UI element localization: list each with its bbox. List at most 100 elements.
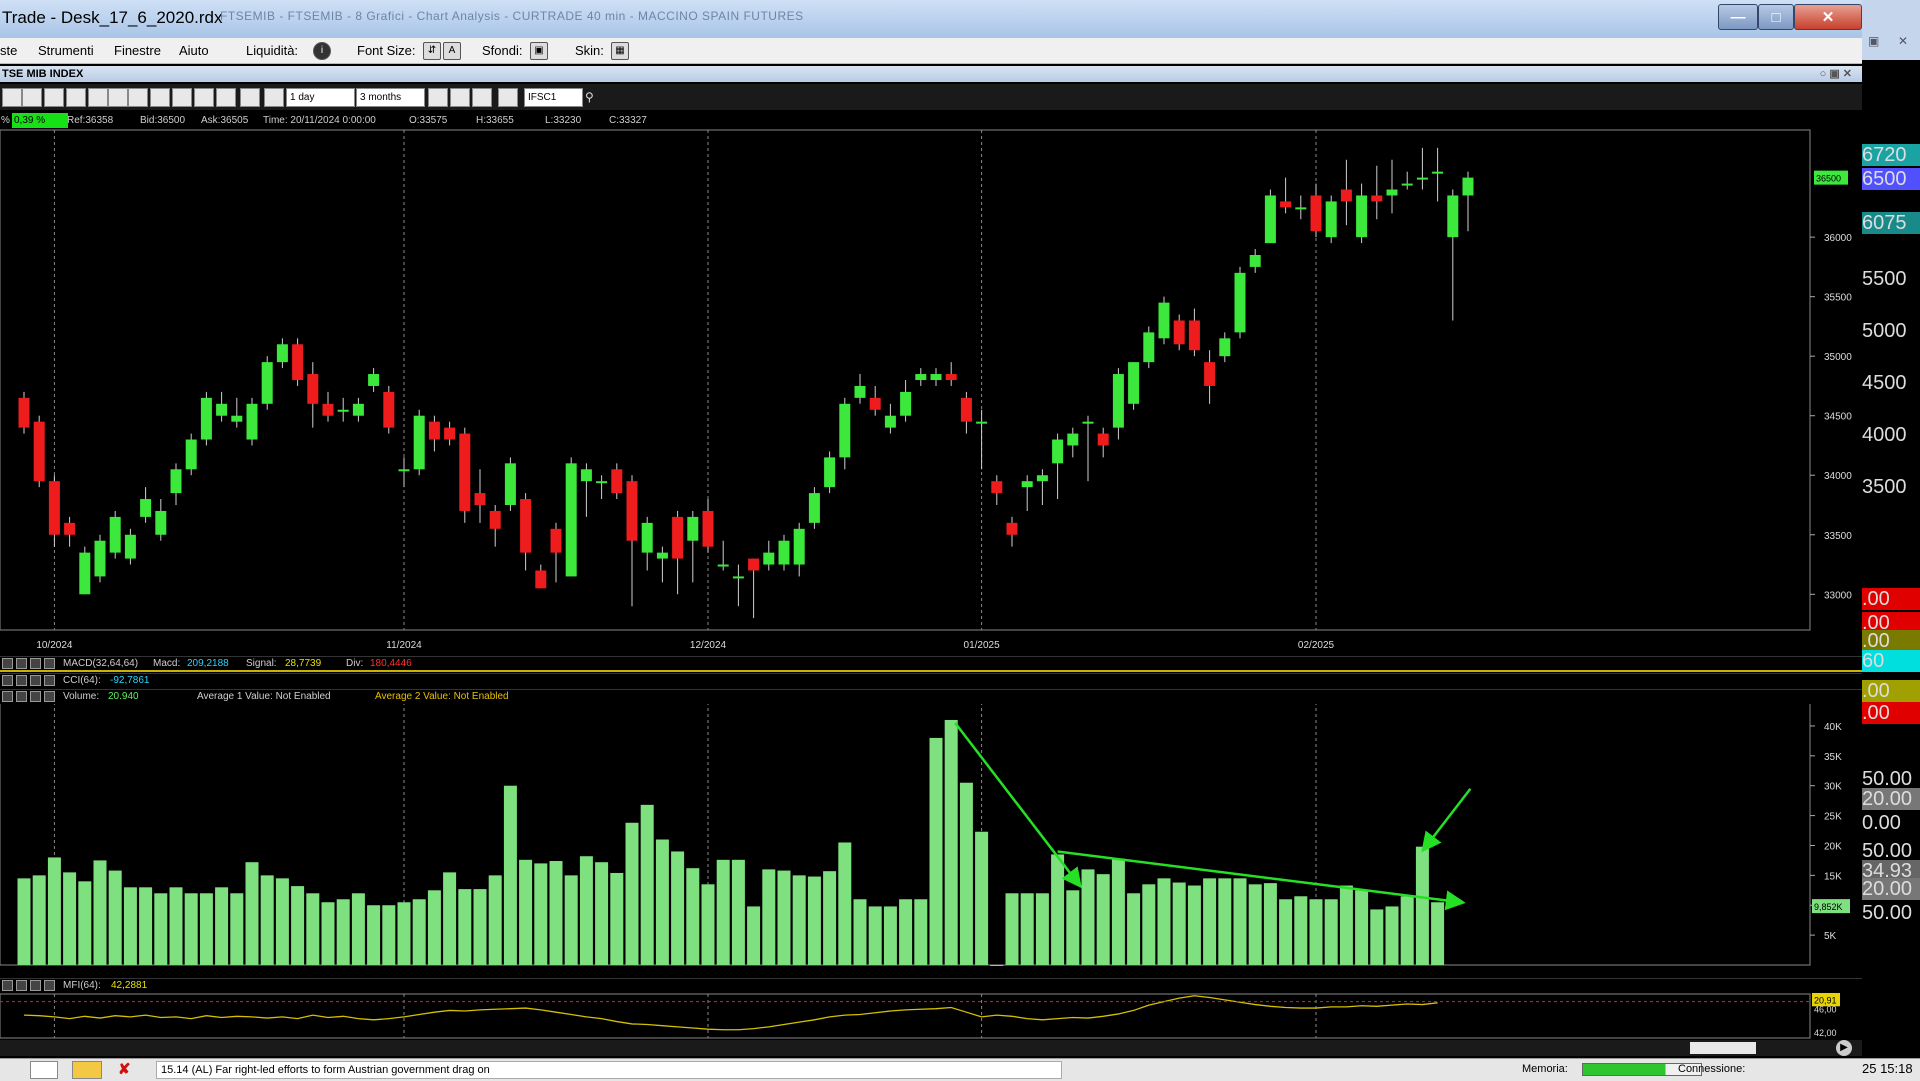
cci-header: CCI(64): -92,7861 <box>0 673 1862 688</box>
candle-body <box>1219 338 1231 357</box>
scroll-thumb[interactable] <box>1690 1042 1756 1054</box>
volume-bar <box>655 839 669 965</box>
panel-min-icon[interactable] <box>16 691 27 702</box>
volume-bar <box>579 856 593 965</box>
candle-body <box>991 481 1003 494</box>
volume-bar <box>747 906 761 965</box>
panel-max-icon[interactable] <box>30 691 41 702</box>
volume-bar <box>1279 899 1293 965</box>
mfi-tick-label: 46,00 <box>1814 1005 1837 1015</box>
candle-body <box>1052 439 1064 464</box>
panel-close-icon[interactable] <box>2 980 13 991</box>
macd-line <box>0 670 1862 672</box>
volume-axis: 5K10K15K20K25K30K35K40K9,852K <box>1810 722 1850 942</box>
volume-bar <box>823 871 837 965</box>
panel-close-icon[interactable] <box>2 658 13 669</box>
candle-body <box>1112 374 1124 428</box>
side-value: .00 <box>1862 588 1920 610</box>
volume-bar <box>929 737 943 965</box>
news-ticker[interactable]: 15.14 (AL) Far right-led efforts to form… <box>156 1061 1062 1079</box>
candle-body <box>1371 195 1383 202</box>
mfi-tick-label: 42,00 <box>1814 1028 1837 1038</box>
chart-canvas[interactable]: 33000 33500 34000 34500 35000 35500 36000 36500… <box>0 0 1862 1040</box>
disconnect-icon[interactable]: ✘ <box>118 1060 131 1078</box>
price-tick-label: 36000 <box>1824 233 1852 244</box>
panel-max-icon[interactable] <box>30 658 41 669</box>
panel-settings-icon[interactable] <box>44 980 55 991</box>
panel-close-icon[interactable] <box>2 675 13 686</box>
mfi-value: 42,2881 <box>111 980 148 991</box>
volume-bar <box>686 868 700 965</box>
volume-bar <box>215 887 229 965</box>
candle-body <box>1249 255 1261 267</box>
candle-body <box>1340 189 1352 202</box>
price-grid <box>53 130 1317 630</box>
candle-body <box>596 481 608 484</box>
candle-body <box>140 499 152 517</box>
side-value: 3500 <box>1862 476 1907 498</box>
price-axis: 33000 33500 34000 34500 35000 35500 36000 36500 <box>1810 170 1852 601</box>
panel-settings-icon[interactable] <box>44 658 55 669</box>
cci-name: CCI(64): <box>63 675 101 686</box>
candle-body <box>1143 332 1155 363</box>
panel-min-icon[interactable] <box>16 658 27 669</box>
candle-body <box>1264 195 1276 244</box>
status-bar: ✘ 15.14 (AL) Far right-led efforts to fo… <box>0 1058 1920 1081</box>
div-value: 180,4446 <box>370 658 412 669</box>
candle-body <box>641 522 653 553</box>
candle-body <box>656 552 668 559</box>
panel-settings-icon[interactable] <box>44 691 55 702</box>
candle-body <box>550 528 562 553</box>
volume-bar <box>291 886 305 965</box>
side-value: 0.00 <box>1862 812 1901 834</box>
panel-settings-icon[interactable] <box>44 675 55 686</box>
candle-body <box>1401 183 1413 186</box>
volume-bar <box>306 893 320 965</box>
restore-icon[interactable]: ▣ <box>1868 34 1879 48</box>
candle-body <box>428 421 440 440</box>
date-axis: 10/2024 11/2024 12/2024 01/2025 02/2025 <box>36 640 1334 651</box>
volume-decline-arrow <box>954 722 1082 889</box>
volume-bar <box>1127 893 1141 965</box>
volume-bar <box>610 872 624 965</box>
price-tick-label: 34500 <box>1824 412 1852 423</box>
mfi-line <box>23 995 1438 1031</box>
price-tick-label: 33000 <box>1824 590 1852 601</box>
volume-bar <box>1096 874 1110 965</box>
volume-bar <box>47 857 61 965</box>
volume-bar <box>427 890 441 965</box>
side-value: 20.00 <box>1862 878 1920 900</box>
candle-body <box>322 403 334 416</box>
side-value: 50.00 <box>1862 768 1913 790</box>
volume-bar <box>1415 846 1429 965</box>
volume-bar <box>1035 893 1049 965</box>
panel-max-icon[interactable] <box>30 675 41 686</box>
date-tick-label: 11/2024 <box>386 640 422 651</box>
panel-min-icon[interactable] <box>16 980 27 991</box>
volume-bar <box>412 899 426 965</box>
mfi-name: MFI(64): <box>63 980 101 991</box>
volume-bar <box>1187 885 1201 965</box>
volume-bar <box>93 860 107 965</box>
close-small-icon[interactable]: ✕ <box>1898 34 1908 48</box>
volume-bar <box>108 870 122 965</box>
volume-bar <box>1385 906 1399 965</box>
last-bar-arrow <box>1421 787 1472 853</box>
candle-body <box>337 409 349 412</box>
candle-body <box>626 481 638 541</box>
volume-header: Volume: 20.940 Average 1 Value: Not Enab… <box>0 689 1862 704</box>
candle-body <box>109 516 121 553</box>
candles <box>18 147 1474 619</box>
scroll-right-icon[interactable]: ▶ <box>1836 1040 1852 1056</box>
candle-body <box>824 457 836 488</box>
document-icon[interactable] <box>30 1061 58 1079</box>
volume-bar <box>914 899 928 965</box>
panel-min-icon[interactable] <box>16 675 27 686</box>
horizontal-scrollbar[interactable]: ▶ <box>0 1040 1862 1056</box>
volume-bar <box>853 899 867 965</box>
folder-icon[interactable] <box>72 1061 102 1079</box>
panel-close-icon[interactable] <box>2 691 13 702</box>
macd-header: MACD(32,64,64) Macd: 209,2188 Signal: 28… <box>0 656 1862 671</box>
volume-bar <box>1081 869 1095 965</box>
panel-max-icon[interactable] <box>30 980 41 991</box>
